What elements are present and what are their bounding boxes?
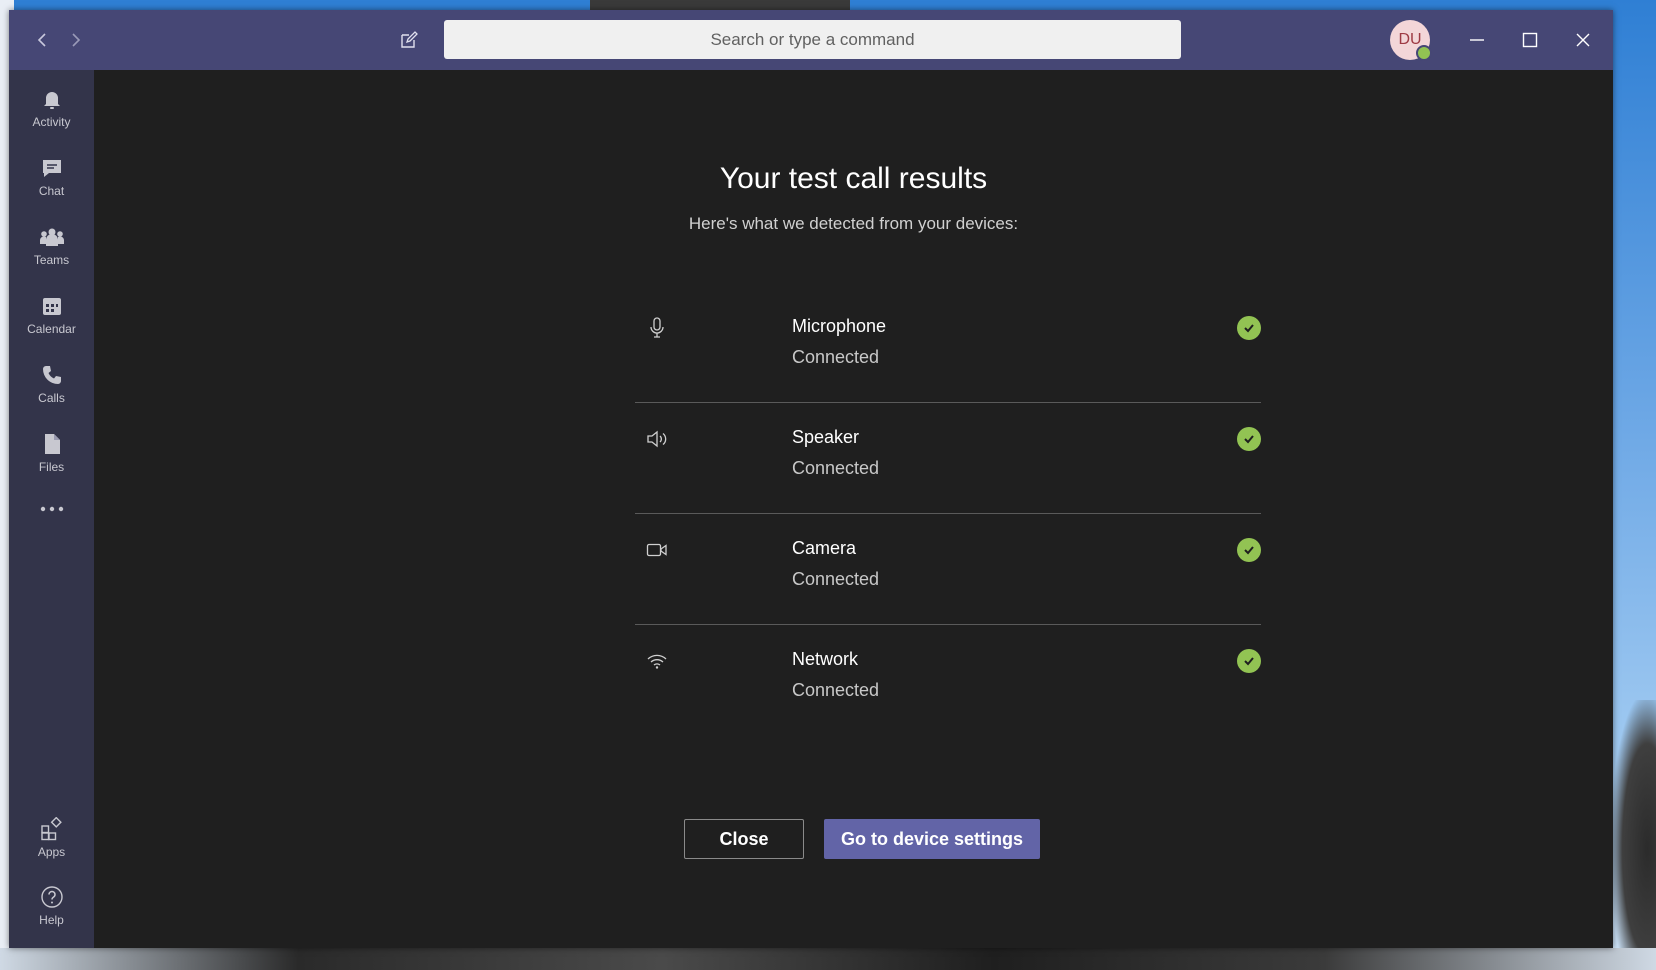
rail-item-label: Calls bbox=[38, 391, 65, 405]
minimize-button[interactable] bbox=[1461, 24, 1493, 56]
maximize-icon bbox=[1522, 32, 1538, 48]
rail-item-label: Chat bbox=[38, 184, 65, 198]
device-row-camera: Camera Connected bbox=[635, 514, 1261, 625]
page-title: Your test call results bbox=[719, 162, 988, 195]
close-icon bbox=[1576, 33, 1590, 47]
back-icon[interactable] bbox=[30, 28, 54, 52]
compose-icon[interactable] bbox=[397, 28, 421, 52]
forward-icon[interactable] bbox=[64, 28, 88, 52]
desktop-wallpaper-detail bbox=[590, 0, 850, 10]
file-icon bbox=[39, 431, 65, 457]
device-name: Microphone bbox=[792, 316, 887, 336]
device-row-microphone: Microphone Connected bbox=[635, 292, 1261, 403]
device-status: Connected bbox=[792, 458, 880, 478]
close-window-button[interactable] bbox=[1567, 24, 1599, 56]
phone-icon bbox=[39, 362, 65, 388]
device-name: Camera bbox=[792, 538, 857, 558]
rail-item-help[interactable]: Help bbox=[9, 876, 94, 938]
rail-item-label: Calendar bbox=[27, 322, 76, 336]
device-row-network: Network Connected bbox=[635, 625, 1261, 735]
minimize-icon bbox=[1470, 39, 1484, 41]
rail-item-teams[interactable]: Teams bbox=[9, 216, 94, 278]
device-status: Connected bbox=[792, 569, 880, 589]
rail-item-label: Apps bbox=[37, 845, 66, 859]
rail-item-files[interactable]: Files bbox=[9, 423, 94, 485]
close-button[interactable]: Close bbox=[684, 819, 804, 859]
help-icon bbox=[39, 884, 65, 910]
more-apps-button[interactable] bbox=[9, 488, 94, 550]
rail-item-activity[interactable]: Activity bbox=[9, 78, 94, 140]
rail-item-label: Help bbox=[39, 913, 64, 927]
bell-icon bbox=[39, 86, 65, 112]
page-subtitle: Here's what we detected from your device… bbox=[688, 214, 1019, 233]
device-name: Speaker bbox=[792, 427, 860, 447]
check-icon bbox=[1237, 538, 1261, 562]
check-icon bbox=[1237, 316, 1261, 340]
device-status: Connected bbox=[792, 680, 880, 700]
avatar[interactable]: DU bbox=[1390, 20, 1432, 61]
rail-item-apps[interactable]: Apps bbox=[9, 808, 94, 870]
test-call-results-panel: Your test call results Here's what we de… bbox=[94, 70, 1613, 948]
check-icon bbox=[1237, 427, 1261, 451]
rail-item-label: Teams bbox=[33, 253, 70, 267]
rail-item-label: Files bbox=[38, 460, 65, 474]
presence-available-icon bbox=[1416, 45, 1432, 61]
title-bar: DU bbox=[9, 10, 1613, 70]
device-settings-button[interactable]: Go to device settings bbox=[824, 819, 1040, 859]
desktop-wallpaper-detail bbox=[1612, 700, 1656, 948]
check-icon bbox=[1237, 649, 1261, 673]
more-icon bbox=[39, 496, 65, 522]
rail-item-chat[interactable]: Chat bbox=[9, 147, 94, 209]
speaker-icon bbox=[645, 427, 669, 451]
teams-window: DU Activity Chat bbox=[9, 10, 1613, 948]
maximize-button[interactable] bbox=[1514, 24, 1546, 56]
wifi-icon bbox=[645, 649, 669, 673]
apps-icon bbox=[39, 816, 65, 842]
desktop-wallpaper-rocks bbox=[0, 948, 1656, 970]
search-input[interactable] bbox=[444, 20, 1181, 59]
microphone-icon bbox=[645, 316, 669, 340]
rail-item-calls[interactable]: Calls bbox=[9, 354, 94, 416]
app-bar: Activity Chat Teams Calendar Calls Files… bbox=[9, 70, 94, 948]
camera-icon bbox=[645, 538, 669, 562]
device-name: Network bbox=[792, 649, 859, 669]
chat-icon bbox=[39, 155, 65, 181]
calendar-icon bbox=[39, 293, 65, 319]
device-status: Connected bbox=[792, 347, 880, 367]
teams-icon bbox=[39, 224, 65, 250]
rail-item-calendar[interactable]: Calendar bbox=[9, 285, 94, 347]
rail-item-label: Activity bbox=[32, 115, 71, 129]
device-row-speaker: Speaker Connected bbox=[635, 403, 1261, 514]
